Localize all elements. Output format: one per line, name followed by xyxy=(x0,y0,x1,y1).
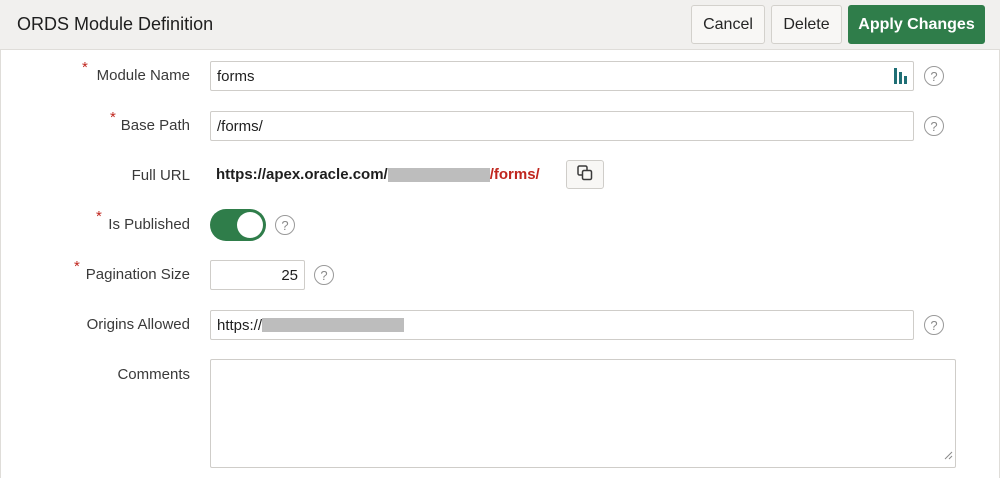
full-url-label: Full URL xyxy=(131,167,190,184)
page-header: ORDS Module Definition Cancel Delete App… xyxy=(0,0,1000,50)
required-marker: * xyxy=(110,109,116,126)
module-name-label: Module Name xyxy=(96,67,190,84)
origins-allowed-help-icon[interactable]: ? xyxy=(924,315,944,335)
page-title: ORDS Module Definition xyxy=(17,14,214,34)
redacted-text xyxy=(262,318,405,332)
required-marker: * xyxy=(96,208,102,225)
comments-label: Comments xyxy=(117,366,190,383)
is-published-help-icon[interactable]: ? xyxy=(275,215,295,235)
pagination-size-label: Pagination Size xyxy=(85,266,190,283)
base-path-input[interactable]: /forms/ xyxy=(210,111,914,141)
full-url-suffix: /forms/ xyxy=(489,166,540,183)
comments-textarea[interactable] xyxy=(210,359,956,468)
is-published-toggle[interactable] xyxy=(210,209,266,241)
base-path-value: /forms/ xyxy=(217,117,263,135)
left-border xyxy=(0,50,1,478)
delete-button[interactable]: Delete xyxy=(771,5,842,44)
copy-icon xyxy=(576,164,594,185)
apply-changes-button[interactable]: Apply Changes xyxy=(848,5,985,44)
copy-url-button[interactable] xyxy=(566,160,604,189)
required-marker: * xyxy=(82,59,88,76)
origins-allowed-input[interactable]: https:// xyxy=(210,310,914,340)
module-name-help-icon[interactable]: ? xyxy=(924,66,944,86)
pagination-size-value: 25 xyxy=(281,266,298,284)
module-name-input[interactable]: forms xyxy=(210,61,914,91)
redacted-text xyxy=(387,168,490,183)
full-url-value: https://apex.oracle.com/ /forms/ xyxy=(216,166,540,183)
lookup-icon[interactable] xyxy=(893,67,909,90)
origins-allowed-label: Origins Allowed xyxy=(86,316,190,333)
cancel-button[interactable]: Cancel xyxy=(691,5,765,44)
module-name-value: forms xyxy=(217,67,255,85)
required-marker: * xyxy=(74,258,80,275)
base-path-help-icon[interactable]: ? xyxy=(924,116,944,136)
resize-handle-icon[interactable] xyxy=(943,447,953,465)
pagination-size-input[interactable]: 25 xyxy=(210,260,305,290)
toggle-knob xyxy=(237,212,263,238)
full-url-prefix: https://apex.oracle.com/ xyxy=(216,166,388,183)
is-published-label: Is Published xyxy=(108,216,190,233)
pagination-size-help-icon[interactable]: ? xyxy=(314,265,334,285)
origins-allowed-value: https:// xyxy=(217,316,263,334)
base-path-label: Base Path xyxy=(120,117,190,134)
